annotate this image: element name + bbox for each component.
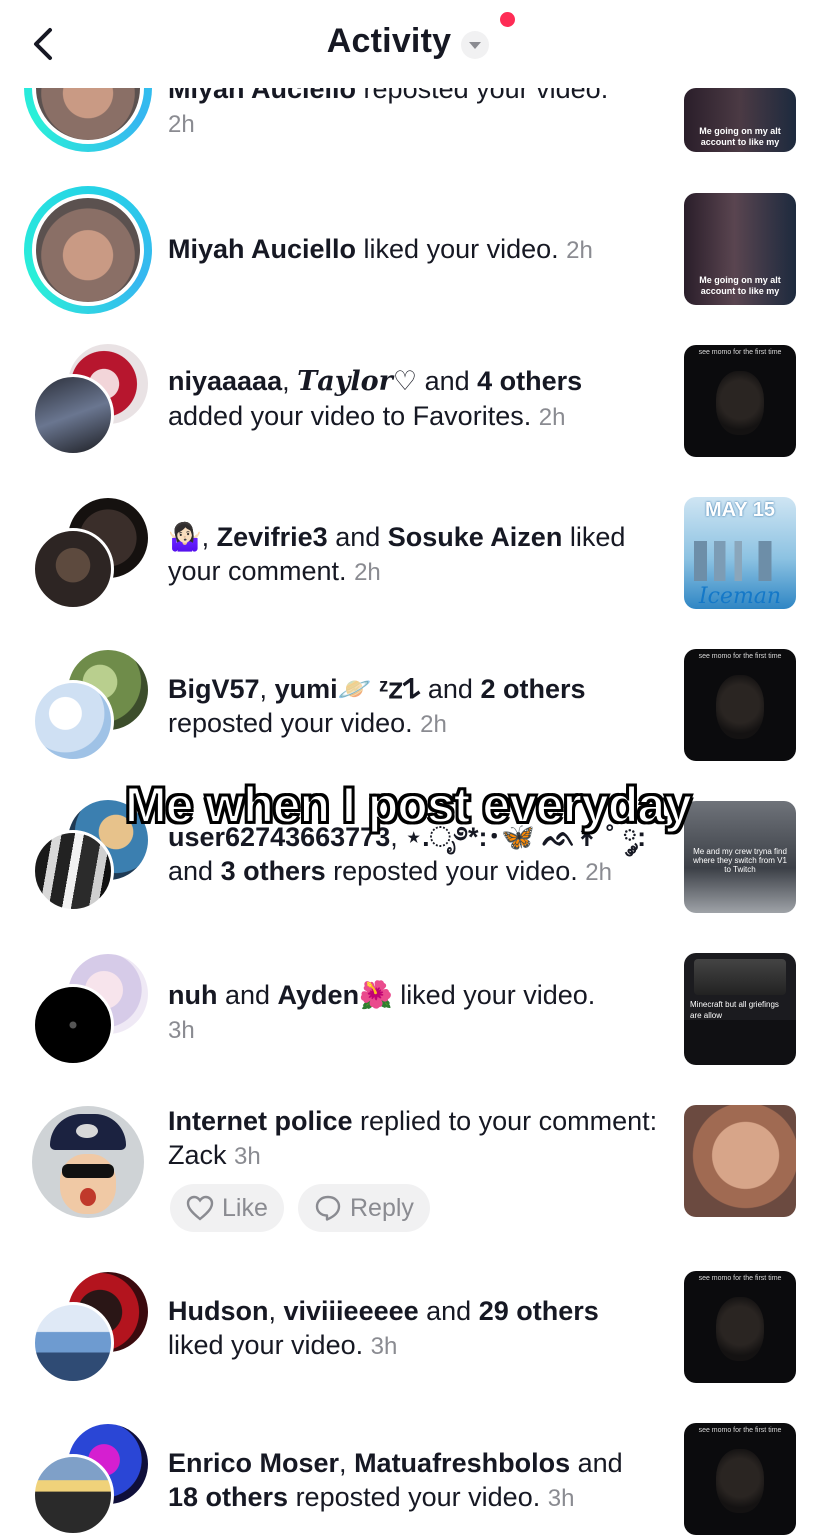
like-button[interactable]: Like [170,1184,284,1232]
reply-button[interactable]: Reply [298,1184,430,1232]
face-image [716,1449,764,1513]
face-image [716,675,764,739]
user-name[interactable]: viviiieeeee [284,1296,419,1326]
avatar [32,830,114,912]
caret-down-icon[interactable] [461,30,490,59]
video-thumbnail[interactable]: Me going on my alt account to like my [684,193,796,305]
video-thumbnail[interactable]: see momo for the first time [684,1423,796,1535]
list-item[interactable]: Internet police replied to your comment:… [0,1104,816,1244]
avatar [32,680,114,762]
avatar-stack[interactable] [32,1424,148,1536]
list-item[interactable]: niyaaaaa, 𝑻𝒂𝒚𝒍𝒐𝒓♡ and 4 others added you… [0,344,816,464]
timestamp: 2h [168,111,195,138]
timestamp: 2h [585,859,612,886]
user-name[interactable]: Internet police [168,1106,353,1136]
sunglasses-icon [62,1164,114,1178]
avatar-stack[interactable] [32,1272,148,1384]
others-count[interactable]: 29 others [479,1296,599,1326]
video-thumbnail[interactable]: see momo for the first time [684,345,796,457]
user-name[interactable]: Matuafreshbolos [354,1448,570,1478]
user-name[interactable]: BigV57 [168,674,260,704]
user-name[interactable]: yumi🪐 ᶻ𝗓𐰁 [275,674,421,704]
user-name[interactable]: Sosuke Aizen [388,522,563,552]
avatar [32,1454,114,1536]
list-item[interactable]: nuh and Ayden🌺 liked your video. 3h Mine… [0,952,816,1072]
avatar-stack[interactable] [32,344,148,456]
video-thumbnail[interactable]: Me and my crew tryna find where they swi… [684,801,796,913]
avatar-stack[interactable] [32,800,148,912]
video-thumbnail[interactable]: see momo for the first time [684,1271,796,1383]
user-name[interactable]: ⋆.ೃ࿔*:･🦋 ᨒ↟ ˚ ༘: [405,822,646,852]
others-count[interactable]: 2 others [480,674,585,704]
avatar-stack[interactable] [32,650,148,762]
avatar [32,528,114,610]
avatar-stack[interactable] [32,498,148,610]
timestamp: 2h [566,237,593,264]
activity-list: Miyah Auciello reposted your video. 2h M… [0,0,816,1536]
top-bar: Activity [0,0,816,88]
city-image [694,541,786,581]
timestamp: 2h [354,559,381,586]
timestamp: 2h [420,711,447,738]
video-thumbnail[interactable] [684,1105,796,1217]
timestamp: 2h [538,404,566,431]
avatar [32,1302,114,1384]
timestamp: 3h [547,1485,575,1512]
user-name[interactable]: Ayden🌺 [278,980,393,1010]
heart-icon [186,1195,214,1221]
user-name[interactable]: user62743663773 [168,822,390,852]
video-thumbnail[interactable]: see momo for the first time [684,649,796,761]
avatar[interactable] [32,1106,144,1218]
user-name[interactable]: niyaaaaa [168,366,282,396]
list-item[interactable]: Hudson, viviiieeeee and 29 others liked … [0,1270,816,1390]
face-image [716,371,764,435]
video-thumbnail[interactable]: Minecraft but all griefings are allow [684,953,796,1065]
user-name[interactable]: 𝑻𝒂𝒚𝒍𝒐𝒓♡ [297,366,417,397]
user-name[interactable]: Hudson [168,1296,269,1326]
notification-dot [500,12,515,27]
avatar [32,374,114,456]
user-name[interactable]: Miyah Auciello [168,234,356,264]
user-name[interactable]: 🤷🏻‍♀️ [168,522,202,552]
list-item[interactable]: user62743663773, ⋆.ೃ࿔*:･🦋 ᨒ↟ ˚ ༘: and 3 … [0,800,816,920]
timestamp: 3h [168,1017,195,1044]
list-item[interactable]: 🤷🏻‍♀️, Zevifrie3 and Sosuke Aizen liked … [0,496,816,616]
list-item[interactable]: Enrico Moser, Matuafreshbolos and 18 oth… [0,1422,816,1536]
video-thumbnail[interactable]: Me going on my alt account to like my [684,88,796,152]
user-name[interactable]: nuh [168,980,217,1010]
comment-icon [315,1195,341,1221]
timestamp: 3h [370,1333,398,1360]
face-image [716,1297,764,1361]
others-count[interactable]: 18 others [168,1482,288,1512]
user-name[interactable]: Zevifrie3 [217,522,328,552]
avatar-stack[interactable] [32,954,148,1066]
list-item[interactable]: Miyah Auciello liked your video. 2h Me g… [0,184,816,320]
avatar[interactable] [24,186,152,314]
list-item[interactable]: BigV57, yumi🪐 ᶻ𝗓𐰁 and 2 others reposted … [0,648,816,768]
user-name[interactable]: Enrico Moser [168,1448,339,1478]
timestamp: 3h [234,1143,261,1170]
page-title[interactable]: Activity [327,22,451,60]
others-count[interactable]: 3 others [221,856,326,886]
thumb-image [694,959,786,995]
others-count[interactable]: 4 others [477,366,582,396]
video-thumbnail[interactable]: MAY 15 Iceman [684,497,796,609]
avatar [32,984,114,1066]
